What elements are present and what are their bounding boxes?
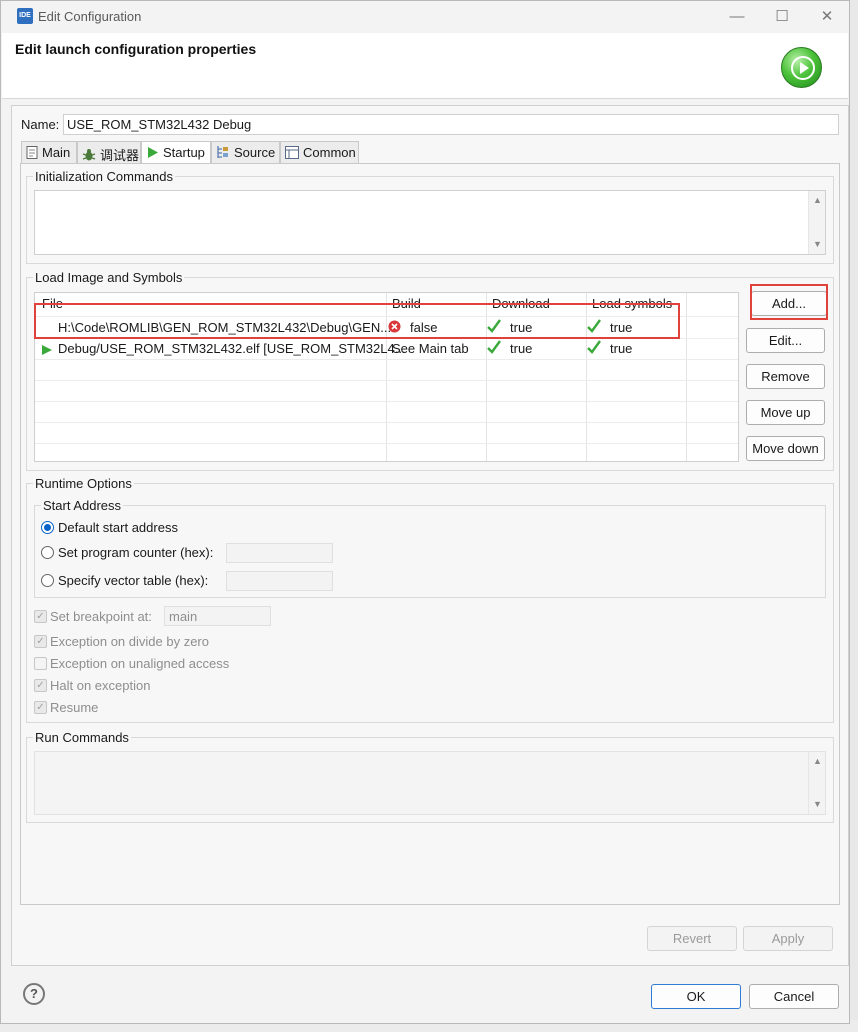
- tab-main[interactable]: Main: [21, 141, 77, 163]
- move-down-button[interactable]: Move down: [746, 436, 825, 461]
- document-icon: [26, 146, 38, 162]
- breakpoint-field[interactable]: main: [164, 606, 271, 626]
- row1-download[interactable]: true: [510, 320, 532, 335]
- add-button[interactable]: Add...: [751, 291, 827, 316]
- column-header-file[interactable]: File: [42, 296, 63, 311]
- scroll-down-icon[interactable]: ▼: [813, 799, 822, 809]
- close-button[interactable]: ✕: [807, 5, 847, 29]
- tab-common-label: Common: [303, 145, 356, 160]
- source-icon: [216, 145, 230, 162]
- halt-on-exception-label: Halt on exception: [50, 678, 151, 693]
- row1-file[interactable]: H:\Code\ROMLIB\GEN_ROM_STM32L432\Debug\G…: [58, 320, 391, 335]
- scroll-up-icon[interactable]: ▲: [813, 756, 822, 766]
- row2-file[interactable]: Debug/USE_ROM_STM32L432.elf [USE_ROM_STM…: [58, 341, 406, 356]
- resume-label: Resume: [50, 700, 99, 715]
- row2-load-symbols[interactable]: true: [610, 341, 632, 356]
- common-icon: [285, 146, 299, 162]
- resume-checkbox[interactable]: ✓: [34, 701, 47, 714]
- row2-build[interactable]: See Main tab: [392, 341, 469, 356]
- row2-download[interactable]: true: [510, 341, 532, 356]
- halt-on-exception-checkbox[interactable]: ✓: [34, 679, 47, 692]
- revert-button[interactable]: Revert: [647, 926, 737, 951]
- column-header-download[interactable]: Download: [492, 296, 550, 311]
- edit-configuration-dialog: IDE Edit Configuration — ☐ ✕ Edit launch…: [0, 0, 850, 1024]
- tab-common[interactable]: Common: [280, 141, 359, 163]
- load-image-label: Load Image and Symbols: [33, 270, 185, 285]
- ide-app-icon: IDE: [17, 8, 33, 24]
- row1-build[interactable]: false: [410, 320, 437, 335]
- initialization-commands-input[interactable]: [34, 190, 826, 255]
- row2-run-icon: [41, 344, 53, 359]
- runtime-options-label: Runtime Options: [33, 476, 134, 491]
- load-image-table[interactable]: File Build Download Load symbols H:\Code…: [34, 292, 739, 462]
- specify-vector-table-label: Specify vector table (hex):: [58, 573, 209, 588]
- tab-source-label: Source: [234, 145, 276, 160]
- cancel-button[interactable]: Cancel: [749, 984, 839, 1009]
- exception-divide-zero-label: Exception on divide by zero: [50, 634, 209, 649]
- minimize-button[interactable]: —: [717, 5, 757, 29]
- row1-download-check-icon: [486, 318, 502, 337]
- maximize-button[interactable]: ☐: [762, 5, 802, 29]
- edit-button[interactable]: Edit...: [746, 328, 825, 353]
- run-commands-scrollbar[interactable]: ▲ ▼: [808, 752, 825, 814]
- tab-main-label: Main: [42, 145, 71, 160]
- tab-source[interactable]: Source: [211, 141, 280, 163]
- initialization-commands-label: Initialization Commands: [33, 169, 176, 184]
- help-icon[interactable]: ?: [23, 983, 45, 1005]
- set-breakpoint-label: Set breakpoint at:: [50, 609, 152, 624]
- run-commands-input[interactable]: [34, 751, 826, 815]
- error-icon: [388, 320, 401, 336]
- run-commands-label: Run Commands: [33, 730, 131, 745]
- header-title: Edit launch configuration properties: [15, 41, 257, 57]
- row1-load-symbols[interactable]: true: [610, 320, 632, 335]
- row2-symbols-check-icon: [586, 339, 602, 358]
- run-launch-icon: [781, 47, 822, 88]
- scroll-down-icon[interactable]: ▼: [813, 239, 822, 249]
- apply-button[interactable]: Apply: [743, 926, 833, 951]
- specify-vector-table-radio[interactable]: [41, 574, 54, 587]
- start-address-label: Start Address: [41, 498, 124, 513]
- scroll-up-icon[interactable]: ▲: [813, 195, 822, 205]
- tab-startup-label: Startup: [163, 145, 205, 160]
- tab-debugger[interactable]: 调试器: [77, 141, 141, 163]
- column-header-build[interactable]: Build: [392, 296, 421, 311]
- vector-table-field[interactable]: [226, 571, 333, 591]
- name-label: Name:: [21, 117, 60, 132]
- set-program-counter-radio[interactable]: [41, 546, 54, 559]
- default-start-address-label: Default start address: [58, 520, 178, 535]
- name-input[interactable]: USE_ROM_STM32L432 Debug: [63, 114, 839, 135]
- set-breakpoint-checkbox[interactable]: ✓: [34, 610, 47, 623]
- program-counter-field[interactable]: [226, 543, 333, 563]
- row2-download-check-icon: [486, 339, 502, 358]
- tab-startup[interactable]: Startup: [141, 141, 211, 164]
- ok-button[interactable]: OK: [651, 984, 741, 1009]
- exception-divide-zero-checkbox[interactable]: ✓: [34, 635, 47, 648]
- tab-debugger-label: 调试器: [100, 148, 140, 163]
- column-header-load-symbols[interactable]: Load symbols: [592, 296, 672, 311]
- window-title: Edit Configuration: [38, 9, 142, 24]
- move-up-button[interactable]: Move up: [746, 400, 825, 425]
- row1-symbols-check-icon: [586, 318, 602, 337]
- exception-unaligned-label: Exception on unaligned access: [50, 656, 230, 671]
- init-scrollbar[interactable]: ▲ ▼: [808, 191, 825, 254]
- exception-unaligned-checkbox[interactable]: [34, 657, 47, 670]
- default-start-address-radio[interactable]: [41, 521, 54, 534]
- remove-button[interactable]: Remove: [746, 364, 825, 389]
- set-program-counter-label: Set program counter (hex):: [58, 545, 214, 560]
- play-icon: [146, 146, 159, 162]
